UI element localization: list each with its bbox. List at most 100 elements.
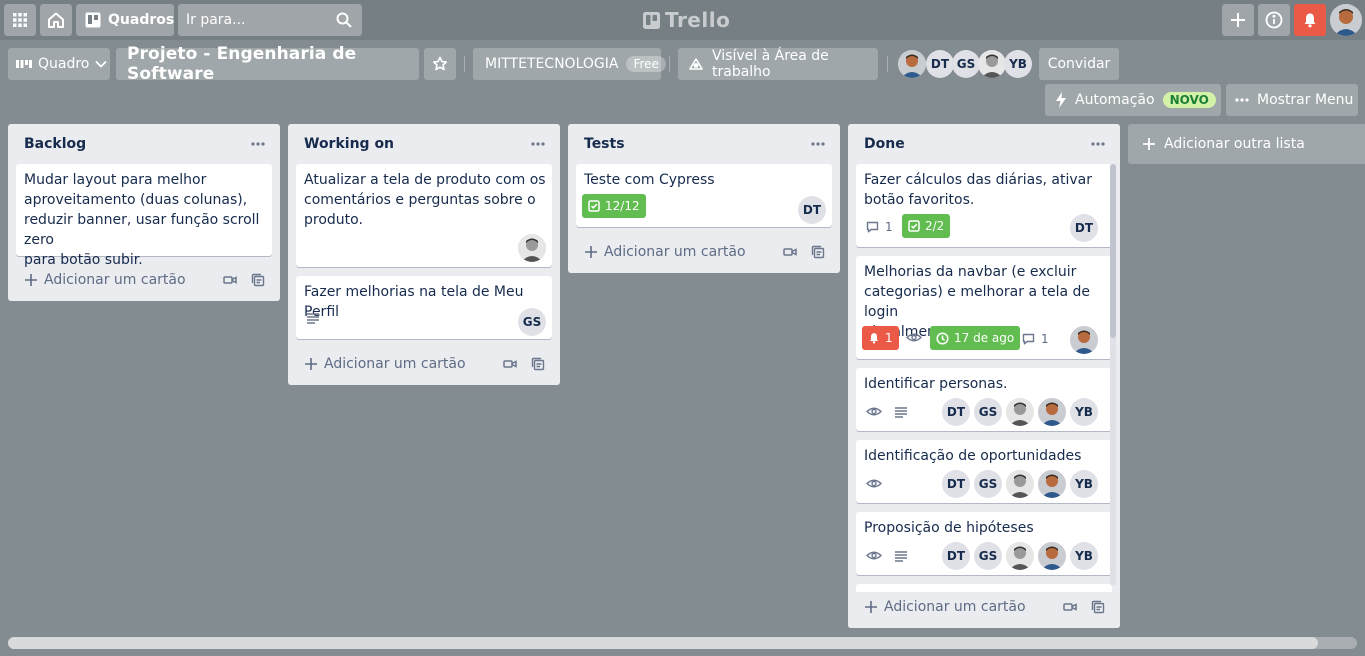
- card-member-avatar[interactable]: [1038, 470, 1066, 498]
- member-avatar-photo: [1006, 542, 1034, 570]
- add-card-label: Adicionar um cartão: [44, 272, 186, 288]
- invite-button[interactable]: Convidar: [1039, 48, 1119, 80]
- eye-icon: [906, 332, 922, 343]
- header-divider: [669, 56, 670, 72]
- list-menu-button[interactable]: [526, 134, 550, 154]
- add-card-button[interactable]: Adicionar um cartão: [296, 350, 466, 378]
- camera-icon[interactable]: [218, 268, 242, 292]
- more-dots-icon: [1235, 98, 1249, 102]
- card-member-avatar-gs[interactable]: GS: [518, 308, 546, 336]
- camera-icon[interactable]: [1058, 595, 1082, 619]
- board-view-switcher[interactable]: Quadro: [8, 48, 110, 80]
- member-avatar-dt[interactable]: DT: [926, 50, 954, 78]
- boards-button[interactable]: Quadros: [76, 4, 174, 36]
- card[interactable]: Proposição de hipóteses DT GS YB: [856, 512, 1112, 575]
- star-icon: [432, 56, 448, 72]
- list-title[interactable]: Tests: [584, 136, 625, 152]
- member-avatar[interactable]: [978, 50, 1006, 78]
- card-member-avatar[interactable]: [1038, 398, 1066, 426]
- add-card-label: Adicionar um cartão: [604, 244, 746, 260]
- card-member-avatar-yb[interactable]: YB: [1070, 470, 1098, 498]
- member-avatar-yb[interactable]: YB: [1004, 50, 1032, 78]
- due-date-badge[interactable]: 17 de ago: [930, 326, 1021, 350]
- card-member-avatar[interactable]: [1006, 470, 1034, 498]
- card-member-avatar-gs[interactable]: GS: [974, 542, 1002, 570]
- list-title[interactable]: Backlog: [24, 136, 86, 152]
- apps-grid-button[interactable]: [4, 4, 36, 36]
- list-menu-button[interactable]: [1086, 134, 1110, 154]
- comment-icon: [866, 221, 879, 233]
- camera-icon[interactable]: [778, 240, 802, 264]
- card-member-avatar-dt[interactable]: DT: [942, 470, 970, 498]
- card[interactable]: Melhorias da navbar (e excluir categoria…: [856, 256, 1112, 359]
- checklist-badge[interactable]: 12/12: [582, 194, 646, 218]
- card-template-button[interactable]: [806, 240, 830, 264]
- card-member-avatar[interactable]: [1070, 326, 1098, 354]
- trello-logo[interactable]: Trello: [643, 8, 730, 32]
- card-member-avatar-dt[interactable]: DT: [942, 398, 970, 426]
- card[interactable]: Fazer cálculos das diárias, ativar botão…: [856, 164, 1112, 247]
- checklist-badge[interactable]: 2/2: [902, 214, 951, 238]
- card-member-avatar-dt[interactable]: DT: [798, 196, 826, 224]
- card-member-avatar-dt[interactable]: DT: [942, 542, 970, 570]
- card-template-button[interactable]: [526, 352, 550, 376]
- list-menu-button[interactable]: [246, 134, 270, 154]
- card[interactable]: Mudar layout para melhor aproveitamento …: [16, 164, 272, 268]
- member-avatar-photo: [1038, 470, 1066, 498]
- notification-badge[interactable]: 1: [862, 326, 899, 350]
- list-scrollbar-thumb[interactable]: [1110, 164, 1116, 338]
- board-scrollbar-thumb[interactable]: [8, 637, 1318, 649]
- eye-icon: [866, 406, 882, 417]
- search-icon: [336, 12, 352, 28]
- info-button[interactable]: [1258, 4, 1290, 36]
- card-member-avatar[interactable]: [518, 234, 546, 262]
- card-template-button[interactable]: [1086, 595, 1110, 619]
- add-card-button[interactable]: Adicionar um cartão: [16, 266, 186, 294]
- user-avatar[interactable]: [1330, 4, 1362, 36]
- card-member-avatar-gs[interactable]: GS: [974, 470, 1002, 498]
- member-avatar[interactable]: [898, 50, 926, 78]
- add-list-button[interactable]: Adicionar outra lista: [1128, 124, 1365, 164]
- home-icon: [47, 11, 65, 29]
- add-card-button[interactable]: Adicionar um cartão: [856, 593, 1026, 621]
- create-button[interactable]: [1222, 4, 1254, 36]
- card-title: Atualizar a tela de produto com os comen…: [304, 172, 546, 228]
- list-menu-button[interactable]: [806, 134, 830, 154]
- show-menu-label: Mostrar Menu: [1257, 92, 1354, 108]
- visibility-button[interactable]: Visível à Área de trabalho: [678, 48, 878, 80]
- list-scrollbar-track[interactable]: [1110, 164, 1116, 586]
- card-member-avatar[interactable]: [1006, 398, 1034, 426]
- card-member-avatar[interactable]: [1038, 542, 1066, 570]
- workspace-button[interactable]: MITTETECNOLOGIA Free: [473, 48, 666, 80]
- chevron-down-icon: [95, 60, 108, 68]
- automation-button[interactable]: Automação NOVO: [1045, 84, 1221, 116]
- add-card-button[interactable]: Adicionar um cartão: [576, 238, 746, 266]
- search-input[interactable]: Ir para...: [186, 12, 246, 28]
- card-member-avatar[interactable]: [1006, 542, 1034, 570]
- card[interactable]: Identificação de oportunidades DT GS YB: [856, 440, 1112, 503]
- card[interactable]: Atualizar a tela de produto com os comen…: [296, 164, 552, 267]
- card-template-button[interactable]: [246, 268, 270, 292]
- card-member-avatar-gs[interactable]: GS: [974, 398, 1002, 426]
- card[interactable]: Identificar personas. DT GS YB: [856, 368, 1112, 431]
- card-member-avatar-yb[interactable]: YB: [1070, 398, 1098, 426]
- camera-icon[interactable]: [498, 352, 522, 376]
- header-divider: [464, 56, 465, 72]
- card-title: Fazer melhorias na tela de Meu Perfil: [304, 284, 524, 320]
- member-avatar-gs[interactable]: GS: [952, 50, 980, 78]
- board-title[interactable]: Projeto - Engenharia de Software: [116, 44, 419, 84]
- notifications-button[interactable]: [1294, 4, 1326, 36]
- search-box[interactable]: Ir para...: [178, 4, 362, 36]
- show-menu-button[interactable]: Mostrar Menu: [1226, 84, 1358, 116]
- card-member-avatar-yb[interactable]: YB: [1070, 542, 1098, 570]
- card-member-avatar-dt[interactable]: DT: [1070, 214, 1098, 242]
- trello-logo-text: Trello: [665, 8, 731, 32]
- card[interactable]: Fazer melhorias na tela de Meu Perfil GS: [296, 276, 552, 339]
- list-title[interactable]: Working on: [304, 136, 394, 152]
- star-board-button[interactable]: [424, 48, 456, 80]
- list-title[interactable]: Done: [864, 136, 905, 152]
- card-title: Proposição de hipóteses: [864, 520, 1034, 536]
- card[interactable]: Teste com Cypress 12/12 DT: [576, 164, 832, 227]
- home-button[interactable]: [40, 4, 72, 36]
- board-scrollbar-track[interactable]: [8, 637, 1357, 649]
